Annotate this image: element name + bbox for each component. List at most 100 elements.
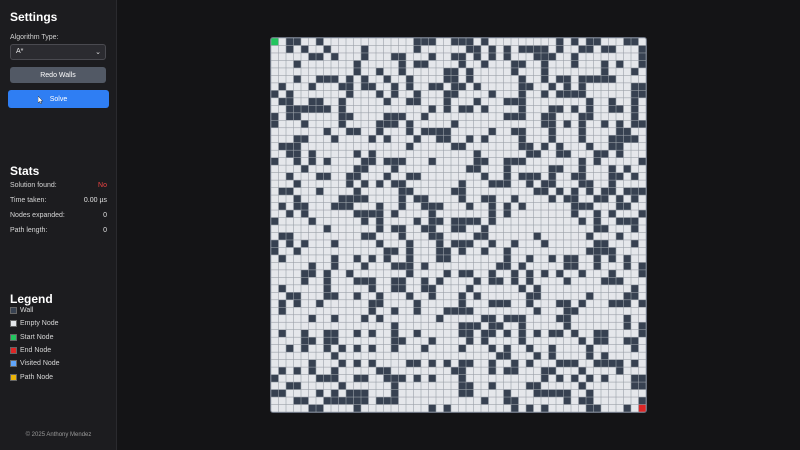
wall-cell[interactable] — [623, 217, 631, 225]
wall-cell[interactable] — [331, 135, 339, 143]
empty-cell[interactable] — [361, 270, 369, 278]
empty-cell[interactable] — [511, 344, 519, 352]
wall-cell[interactable] — [331, 75, 339, 83]
empty-cell[interactable] — [578, 374, 586, 382]
empty-cell[interactable] — [413, 270, 421, 278]
wall-cell[interactable] — [563, 300, 571, 307]
empty-cell[interactable] — [473, 374, 481, 382]
empty-cell[interactable] — [511, 262, 519, 270]
wall-cell[interactable] — [308, 83, 316, 91]
empty-cell[interactable] — [361, 105, 369, 113]
wall-cell[interactable] — [361, 315, 369, 322]
wall-cell[interactable] — [308, 270, 316, 278]
wall-cell[interactable] — [278, 389, 286, 397]
empty-cell[interactable] — [563, 68, 571, 76]
empty-cell[interactable] — [466, 90, 474, 98]
wall-cell[interactable] — [571, 195, 579, 203]
wall-cell[interactable] — [473, 165, 481, 173]
empty-cell[interactable] — [406, 404, 414, 412]
empty-cell[interactable] — [563, 135, 571, 143]
wall-cell[interactable] — [376, 292, 384, 300]
empty-cell[interactable] — [353, 180, 361, 188]
wall-cell[interactable] — [571, 187, 579, 195]
empty-cell[interactable] — [533, 75, 541, 83]
empty-cell[interactable] — [616, 187, 624, 195]
wall-cell[interactable] — [466, 38, 474, 46]
empty-cell[interactable] — [526, 225, 534, 233]
wall-cell[interactable] — [511, 240, 519, 248]
empty-cell[interactable] — [428, 270, 436, 278]
empty-cell[interactable] — [406, 195, 414, 203]
empty-cell[interactable] — [436, 45, 444, 53]
empty-cell[interactable] — [443, 240, 451, 248]
empty-cell[interactable] — [436, 225, 444, 233]
empty-cell[interactable] — [316, 113, 324, 120]
empty-cell[interactable] — [383, 105, 391, 113]
empty-cell[interactable] — [548, 232, 556, 240]
wall-cell[interactable] — [533, 285, 541, 293]
wall-cell[interactable] — [293, 157, 301, 165]
empty-cell[interactable] — [338, 165, 346, 173]
empty-cell[interactable] — [563, 367, 571, 375]
wall-cell[interactable] — [338, 202, 346, 210]
empty-cell[interactable] — [406, 157, 414, 165]
empty-cell[interactable] — [601, 217, 609, 225]
wall-cell[interactable] — [473, 322, 481, 330]
wall-cell[interactable] — [286, 187, 294, 195]
empty-cell[interactable] — [488, 120, 496, 128]
empty-cell[interactable] — [368, 53, 376, 61]
wall-cell[interactable] — [578, 120, 586, 128]
empty-cell[interactable] — [601, 135, 609, 143]
empty-cell[interactable] — [443, 285, 451, 293]
empty-cell[interactable] — [271, 367, 279, 375]
empty-cell[interactable] — [623, 374, 631, 382]
empty-cell[interactable] — [563, 352, 571, 360]
empty-cell[interactable] — [346, 187, 354, 195]
wall-cell[interactable] — [556, 90, 564, 98]
wall-cell[interactable] — [548, 330, 556, 337]
empty-cell[interactable] — [406, 285, 414, 293]
wall-cell[interactable] — [578, 128, 586, 135]
empty-cell[interactable] — [406, 337, 414, 345]
empty-cell[interactable] — [316, 292, 324, 300]
empty-cell[interactable] — [488, 285, 496, 293]
empty-cell[interactable] — [428, 180, 436, 188]
wall-cell[interactable] — [361, 389, 369, 397]
empty-cell[interactable] — [548, 374, 556, 382]
empty-cell[interactable] — [571, 120, 579, 128]
wall-cell[interactable] — [548, 195, 556, 203]
empty-cell[interactable] — [608, 344, 616, 352]
empty-cell[interactable] — [631, 150, 639, 158]
empty-cell[interactable] — [376, 382, 384, 390]
empty-cell[interactable] — [316, 352, 324, 360]
empty-cell[interactable] — [631, 247, 639, 255]
empty-cell[interactable] — [503, 307, 511, 315]
empty-cell[interactable] — [488, 165, 496, 173]
empty-cell[interactable] — [511, 120, 519, 128]
wall-cell[interactable] — [361, 262, 369, 270]
empty-cell[interactable] — [338, 262, 346, 270]
wall-cell[interactable] — [301, 202, 309, 210]
empty-cell[interactable] — [586, 150, 594, 158]
empty-cell[interactable] — [316, 83, 324, 91]
empty-cell[interactable] — [571, 128, 579, 135]
wall-cell[interactable] — [556, 45, 564, 53]
empty-cell[interactable] — [383, 300, 391, 307]
wall-cell[interactable] — [601, 359, 609, 367]
wall-cell[interactable] — [511, 277, 519, 285]
empty-cell[interactable] — [346, 210, 354, 218]
empty-cell[interactable] — [331, 180, 339, 188]
wall-cell[interactable] — [301, 397, 309, 405]
wall-cell[interactable] — [563, 150, 571, 158]
empty-cell[interactable] — [406, 113, 414, 120]
wall-cell[interactable] — [436, 255, 444, 263]
empty-cell[interactable] — [361, 382, 369, 390]
wall-cell[interactable] — [436, 277, 444, 285]
empty-cell[interactable] — [541, 135, 549, 143]
empty-cell[interactable] — [376, 150, 384, 158]
empty-cell[interactable] — [383, 68, 391, 76]
wall-cell[interactable] — [511, 98, 519, 106]
wall-cell[interactable] — [451, 225, 459, 233]
empty-cell[interactable] — [586, 382, 594, 390]
wall-cell[interactable] — [623, 292, 631, 300]
